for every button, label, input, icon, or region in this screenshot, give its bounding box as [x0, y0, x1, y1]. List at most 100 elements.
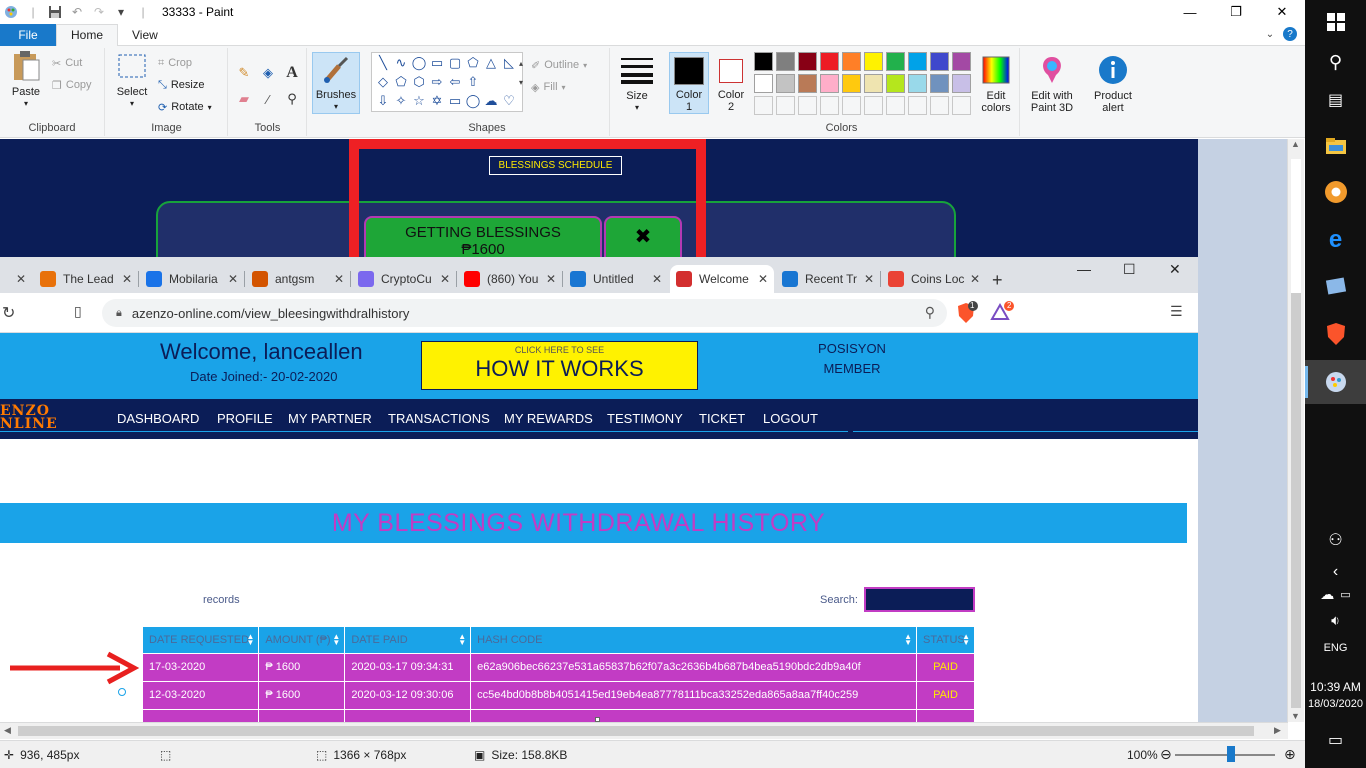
color-swatch[interactable] [908, 74, 927, 93]
custom-color-swatch[interactable] [842, 96, 861, 115]
polygon-shape-icon[interactable]: ⬠ [464, 54, 482, 72]
color-swatch[interactable] [754, 52, 773, 71]
fill-button[interactable]: ◈ Fill ▾ [531, 78, 566, 96]
custom-color-swatch[interactable] [886, 96, 905, 115]
zoom-slider-thumb[interactable] [1227, 746, 1235, 762]
curve-shape-icon[interactable]: ∿ [392, 54, 410, 72]
crop-button[interactable]: ⌗ Crop [158, 54, 192, 72]
color-swatch[interactable] [798, 74, 817, 93]
color-swatch[interactable] [798, 52, 817, 71]
rotate-button[interactable]: ⟳ Rotate ▾ [158, 98, 212, 116]
triangle-shape-icon[interactable]: △ [482, 54, 500, 72]
outline-button[interactable]: ✐ Outline ▾ [531, 56, 587, 74]
copy-button[interactable]: ❐ Copy [52, 76, 92, 94]
close-button[interactable]: ✕ [1259, 0, 1305, 24]
minimize-button[interactable]: — [1167, 0, 1213, 24]
help-icon[interactable]: ? [1283, 27, 1297, 41]
color-swatch[interactable] [754, 74, 773, 93]
left-arrow-shape-icon[interactable]: ⇦ [446, 73, 464, 91]
paste-button[interactable]: Paste ▾ [6, 50, 46, 110]
vertical-scroll-thumb[interactable] [1291, 293, 1301, 708]
app-button[interactable] [1305, 264, 1366, 308]
scroll-up-icon[interactable]: ▲ [1291, 139, 1300, 149]
four-point-star-shape-icon[interactable]: ✧ [392, 92, 410, 110]
redo-icon[interactable]: ↷ [91, 4, 107, 20]
resize-button[interactable]: ⤡ Resize [158, 76, 204, 94]
six-point-star-shape-icon[interactable]: ✡ [428, 92, 446, 110]
shapes-scroll-up-icon[interactable]: ▴ [512, 54, 530, 72]
custom-color-swatch[interactable] [798, 96, 817, 115]
collapse-ribbon-icon[interactable]: ⌄ [1263, 27, 1277, 41]
color-picker-icon[interactable]: ⁄ [259, 90, 277, 108]
custom-color-swatch[interactable] [754, 96, 773, 115]
color-swatch[interactable] [886, 52, 905, 71]
select-dropdown-icon[interactable]: ▾ [130, 98, 134, 110]
shapes-scroll-down-icon[interactable]: ▾ [512, 73, 530, 91]
color-swatch[interactable] [842, 52, 861, 71]
custom-color-swatch[interactable] [930, 96, 949, 115]
color1-button[interactable]: Color 1 [669, 52, 709, 114]
custom-color-swatch[interactable] [776, 96, 795, 115]
canvas-horizontal-scrollbar[interactable]: ◀ ▶ [0, 722, 1288, 739]
size-button[interactable]: Size ▾ [617, 54, 657, 114]
color-swatch[interactable] [820, 52, 839, 71]
text-tool-icon[interactable]: A [283, 64, 301, 82]
fill-bucket-icon[interactable]: ◈ [259, 64, 277, 82]
pentagon-shape-icon[interactable]: ⬠ [392, 73, 410, 91]
start-button[interactable] [1305, 0, 1366, 44]
custom-color-swatch[interactable] [908, 96, 927, 115]
canvas-vertical-scrollbar[interactable]: ▲ ▼ [1287, 139, 1304, 722]
tab-home[interactable]: Home [56, 23, 119, 47]
action-center-button[interactable]: ▭ [1305, 718, 1366, 762]
color-swatch[interactable] [776, 52, 795, 71]
canvas-area[interactable]: BLESSINGS SCHEDULE GETTING BLESSINGS ₱16… [0, 139, 1288, 722]
hexagon-shape-icon[interactable]: ⬡ [410, 73, 428, 91]
custom-color-swatch[interactable] [864, 96, 883, 115]
pencil-icon[interactable]: ✎ [235, 64, 253, 82]
zoom-out-button[interactable]: ⊖ [1160, 746, 1172, 763]
clock-date[interactable]: 18/03/2020 [1305, 698, 1366, 710]
scroll-right-icon[interactable]: ▶ [1274, 725, 1281, 736]
color-swatch[interactable] [908, 52, 927, 71]
volume-button[interactable]: 🔉︎ [1305, 600, 1366, 640]
oval-shape-icon[interactable]: ◯ [410, 54, 428, 72]
paint-canvas[interactable]: BLESSINGS SCHEDULE GETTING BLESSINGS ₱16… [0, 139, 1198, 722]
undo-icon[interactable]: ↶ [69, 4, 85, 20]
edit-with-paint3d-button[interactable]: Edit with Paint 3D [1025, 54, 1079, 114]
color-swatch[interactable] [842, 74, 861, 93]
color-swatch[interactable] [952, 52, 971, 71]
color-swatch[interactable] [886, 74, 905, 93]
heart-shape-icon[interactable]: ♡ [500, 92, 518, 110]
select-button[interactable]: Select ▾ [112, 50, 152, 110]
magnifier-icon[interactable]: ⚲ [283, 90, 301, 108]
clock-time[interactable]: 10:39 AM [1305, 680, 1366, 694]
horizontal-scroll-thumb[interactable] [18, 726, 1254, 736]
rounded-rectangle-shape-icon[interactable]: ▢ [446, 54, 464, 72]
paint-button[interactable] [1305, 360, 1366, 404]
color-swatch[interactable] [930, 52, 949, 71]
edge-button[interactable]: e [1305, 218, 1366, 262]
edit-colors-button[interactable]: Edit colors [976, 54, 1016, 114]
chrome-canary-button[interactable] [1305, 170, 1366, 214]
brushes-button[interactable]: Brushes ▾ [312, 52, 360, 114]
shapes-gallery[interactable]: ╲ ∿ ◯ ▭ ▢ ⬠ △ ◺ ◇ ⬠ ⬡ ⇨ ⇦ ⇧ ⇩ ✧ ☆ ✡ ▭ ◯ … [371, 52, 523, 112]
network-icon[interactable]: ▭ [1340, 588, 1350, 601]
brave-button[interactable] [1305, 312, 1366, 356]
restore-button[interactable]: ❐ [1213, 0, 1259, 24]
zoom-in-button[interactable]: ⊕ [1284, 746, 1296, 763]
color-swatch[interactable] [864, 52, 883, 71]
up-arrow-shape-icon[interactable]: ⇧ [464, 73, 482, 91]
tab-view[interactable]: View [118, 24, 172, 46]
oval-callout-shape-icon[interactable]: ◯ [464, 92, 482, 110]
zoom-slider-track[interactable] [1175, 754, 1275, 756]
product-alert-button[interactable]: Product alert [1086, 54, 1140, 114]
custom-color-swatch[interactable] [820, 96, 839, 115]
down-arrow-shape-icon[interactable]: ⇩ [374, 92, 392, 110]
cloud-callout-shape-icon[interactable]: ☁ [482, 92, 500, 110]
line-shape-icon[interactable]: ╲ [374, 54, 392, 72]
custom-color-swatch[interactable] [952, 96, 971, 115]
color-swatch[interactable] [952, 74, 971, 93]
color-swatch[interactable] [820, 74, 839, 93]
color2-button[interactable]: Color 2 [711, 52, 751, 114]
diamond-shape-icon[interactable]: ◇ [374, 73, 392, 91]
